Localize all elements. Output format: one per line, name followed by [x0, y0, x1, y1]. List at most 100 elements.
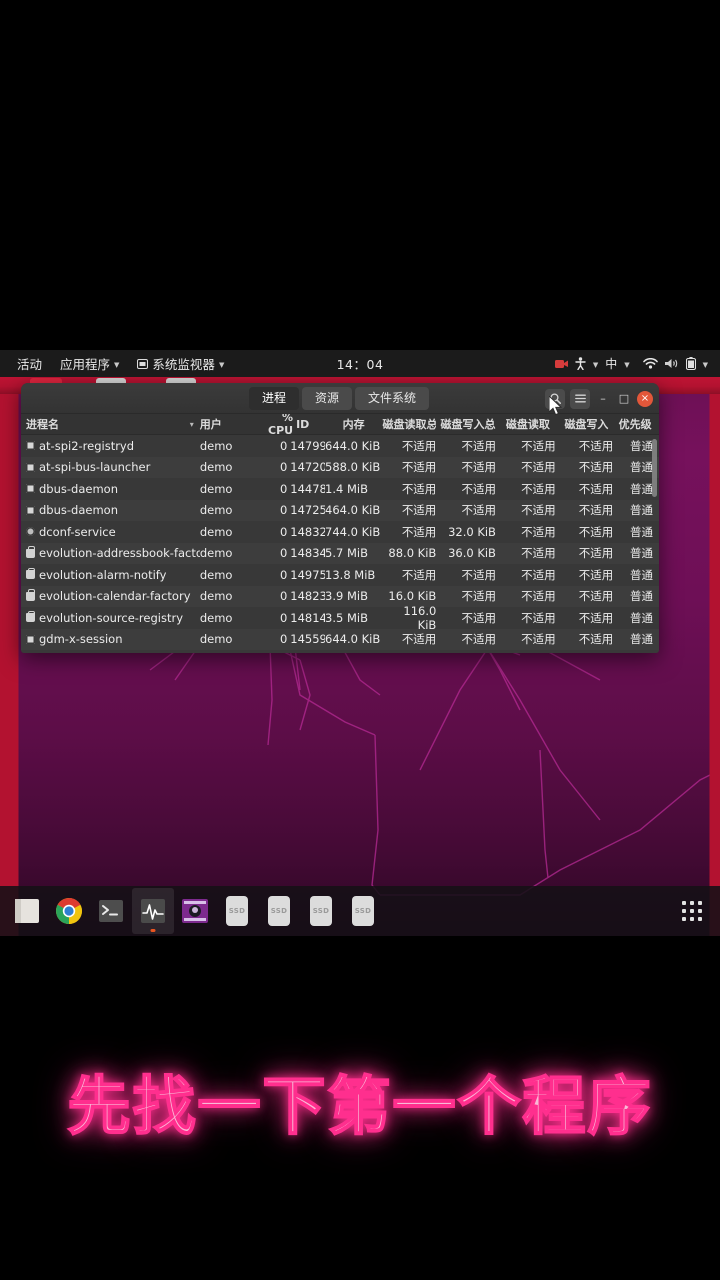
dock-item-ssd-3[interactable]: SSD: [300, 888, 342, 934]
cell-cpu: 0: [279, 460, 288, 475]
process-type-icon: [26, 634, 35, 644]
dock-item-ssd-4[interactable]: SSD: [342, 888, 384, 934]
close-button[interactable]: ×: [637, 390, 653, 407]
dock-item-ssd-1[interactable]: SSD: [216, 888, 258, 934]
dock-item-system-monitor[interactable]: [132, 888, 174, 934]
cell-priority: 普通: [630, 567, 653, 582]
cell-disk-read: 不适用: [521, 438, 556, 453]
table-row[interactable]: gdm-x-session demo 0 14559 644.0 KiB 不适用 不适用 不适…: [21, 628, 659, 650]
process-table-body[interactable]: at-spi2-registryd demo 0 14799 644.0 KiB 不适用不…: [21, 435, 659, 653]
table-row[interactable]: evolution-source-registry demo 0 14814 3.5 M…: [21, 604, 659, 632]
cell-disk-read: 不适用: [521, 503, 556, 518]
minimize-button[interactable]: –: [595, 389, 611, 409]
dock-item-ssd-2[interactable]: SSD: [258, 888, 300, 934]
process-table-header[interactable]: 进程名 ▾ 用户 % CPU ID 内存 磁盘读取总 磁盘写入总 磁盘读取 磁盘…: [21, 411, 659, 437]
vertical-scrollbar[interactable]: [652, 439, 657, 497]
cell-process-name: gdm-x-session: [26, 632, 200, 646]
process-name-label: evolution-source-registry: [39, 610, 183, 625]
taskbar-dock[interactable]: SSD SSD SSD SSD: [0, 886, 720, 936]
cell-user: demo: [199, 481, 233, 496]
process-type-icon: [26, 505, 35, 515]
app-menu-system-monitor[interactable]: 系统监视器 ▼: [128, 350, 233, 377]
cell-disk-write: 不适用: [578, 503, 614, 518]
dock-item-chrome[interactable]: [48, 888, 90, 934]
input-method-label[interactable]: 中: [605, 355, 617, 372]
process-type-icon: [26, 546, 35, 558]
window-titlebar[interactable]: 进程 资源 文件系统 – □ ×: [21, 383, 659, 414]
search-icon[interactable]: [545, 388, 565, 409]
column-header-disk-write-total[interactable]: 磁盘写入总: [440, 416, 500, 432]
chevron-down-icon[interactable]: ▼: [703, 361, 708, 369]
column-header-disk-write[interactable]: 磁盘写入: [560, 416, 618, 432]
table-row[interactable]: dbus-daemon demo 0 14725 464.0 KiB 不适用 不适用 不适用 不…: [21, 499, 659, 521]
show-applications-icon[interactable]: [670, 888, 714, 934]
table-row[interactable]: evolution-calendar-factory demo 0 14823 3.9 …: [21, 585, 659, 607]
process-name-label: dconf-service: [39, 524, 116, 539]
cell-process-name: dbus-daemon: [26, 482, 200, 496]
cell-priority: 普通: [630, 610, 653, 625]
cell-process-name: evolution-alarm-notify: [26, 567, 200, 582]
tab-processes[interactable]: 进程: [249, 387, 300, 410]
cell-process-name: dconf-service: [26, 525, 200, 539]
column-header-disk-read-total[interactable]: 磁盘读取总: [382, 416, 440, 432]
cell-pid: 14559: [290, 632, 326, 647]
cell-disk-read-total: 不适用: [401, 632, 437, 647]
applications-label: 应用程序: [60, 357, 111, 372]
status-area[interactable]: ▼ 中 ▼ ▼: [554, 355, 712, 372]
table-row[interactable]: evolution-alarm-notify demo 0 14975 13.8 MiB…: [21, 564, 659, 586]
tab-resources[interactable]: 资源: [302, 387, 353, 410]
process-name-label: at-spi2-registryd: [39, 438, 135, 453]
column-header-disk-read[interactable]: 磁盘读取: [500, 416, 560, 432]
cell-pid: 14814: [290, 610, 326, 625]
cell-disk-read-total: 88.0 KiB: [388, 546, 437, 561]
cell-disk-read-total: 不适用: [401, 524, 437, 539]
column-header-process-name[interactable]: 进程名 ▾: [26, 416, 200, 432]
window-controls[interactable]: – □ ×: [545, 383, 653, 414]
cell-disk-write: 不适用: [578, 589, 614, 604]
volume-icon[interactable]: [664, 358, 679, 369]
cell-cpu: 0: [279, 610, 288, 625]
cell-cpu: 0: [279, 589, 288, 604]
applications-menu[interactable]: 应用程序 ▼: [51, 350, 128, 377]
process-name-label: evolution-alarm-notify: [39, 567, 167, 582]
cell-cpu: 0: [279, 632, 288, 647]
cell-memory: 588.0 KiB: [325, 460, 381, 475]
dock-item-media-player[interactable]: [174, 888, 216, 934]
terminal-icon: [99, 900, 123, 922]
activities-button[interactable]: 活动: [8, 350, 51, 377]
process-name-label: dbus-daemon: [39, 481, 118, 496]
accessibility-icon[interactable]: [575, 357, 586, 370]
gnome-top-bar: 活动 应用程序 ▼ 系统监视器 ▼ 14：04 ▼ 中 ▼ ▼: [0, 350, 720, 377]
column-header-memory[interactable]: 内存: [325, 416, 383, 432]
column-header-user[interactable]: 用户: [200, 416, 262, 432]
column-header-cpu[interactable]: % CPU: [261, 411, 293, 437]
tab-bar[interactable]: 进程 资源 文件系统: [249, 387, 430, 410]
cell-pid: 14832: [290, 524, 326, 539]
hamburger-menu-icon[interactable]: [570, 388, 590, 409]
table-row[interactable]: at-spi2-registryd demo 0 14799 644.0 KiB 不适用 不…: [21, 435, 659, 457]
wifi-icon[interactable]: [642, 358, 658, 369]
dock-item-terminal[interactable]: [90, 888, 132, 934]
chevron-down-icon[interactable]: ▼: [624, 361, 629, 369]
screen-record-icon[interactable]: [554, 359, 568, 369]
table-row[interactable]: dconf-service demo 0 14832 744.0 KiB 不适用 32.0 …: [21, 521, 659, 543]
battery-icon[interactable]: [685, 357, 696, 370]
table-row[interactable]: evolution-addressbook-facto demo 0 14834 5.7…: [21, 542, 659, 564]
cell-cpu: 0: [279, 546, 288, 561]
cell-disk-write: 不适用: [578, 460, 614, 475]
ssd-drive-icon: SSD: [310, 896, 332, 926]
process-type-icon: [26, 610, 35, 623]
maximize-button[interactable]: □: [616, 389, 632, 409]
table-row[interactable]: dbus-daemon demo 0 14478 1.4 MiB 不适用 不适用 不适用 不适用…: [21, 478, 659, 500]
column-header-pid[interactable]: ID: [293, 418, 325, 431]
table-row[interactable]: at-spi-bus-launcher demo 0 14720 588.0 KiB 不适…: [21, 456, 659, 478]
dock-item-files[interactable]: [6, 888, 48, 934]
cell-pid: 14720: [290, 460, 326, 475]
app-window-icon: [137, 358, 149, 369]
column-header-priority[interactable]: 优先级: [617, 416, 659, 432]
cell-memory: 13.8 MiB: [325, 567, 376, 582]
app-menu-label: 系统监视器: [152, 357, 215, 372]
chevron-down-icon[interactable]: ▼: [593, 361, 598, 369]
cell-disk-write: 不适用: [578, 524, 614, 539]
tab-filesystem[interactable]: 文件系统: [355, 387, 430, 410]
